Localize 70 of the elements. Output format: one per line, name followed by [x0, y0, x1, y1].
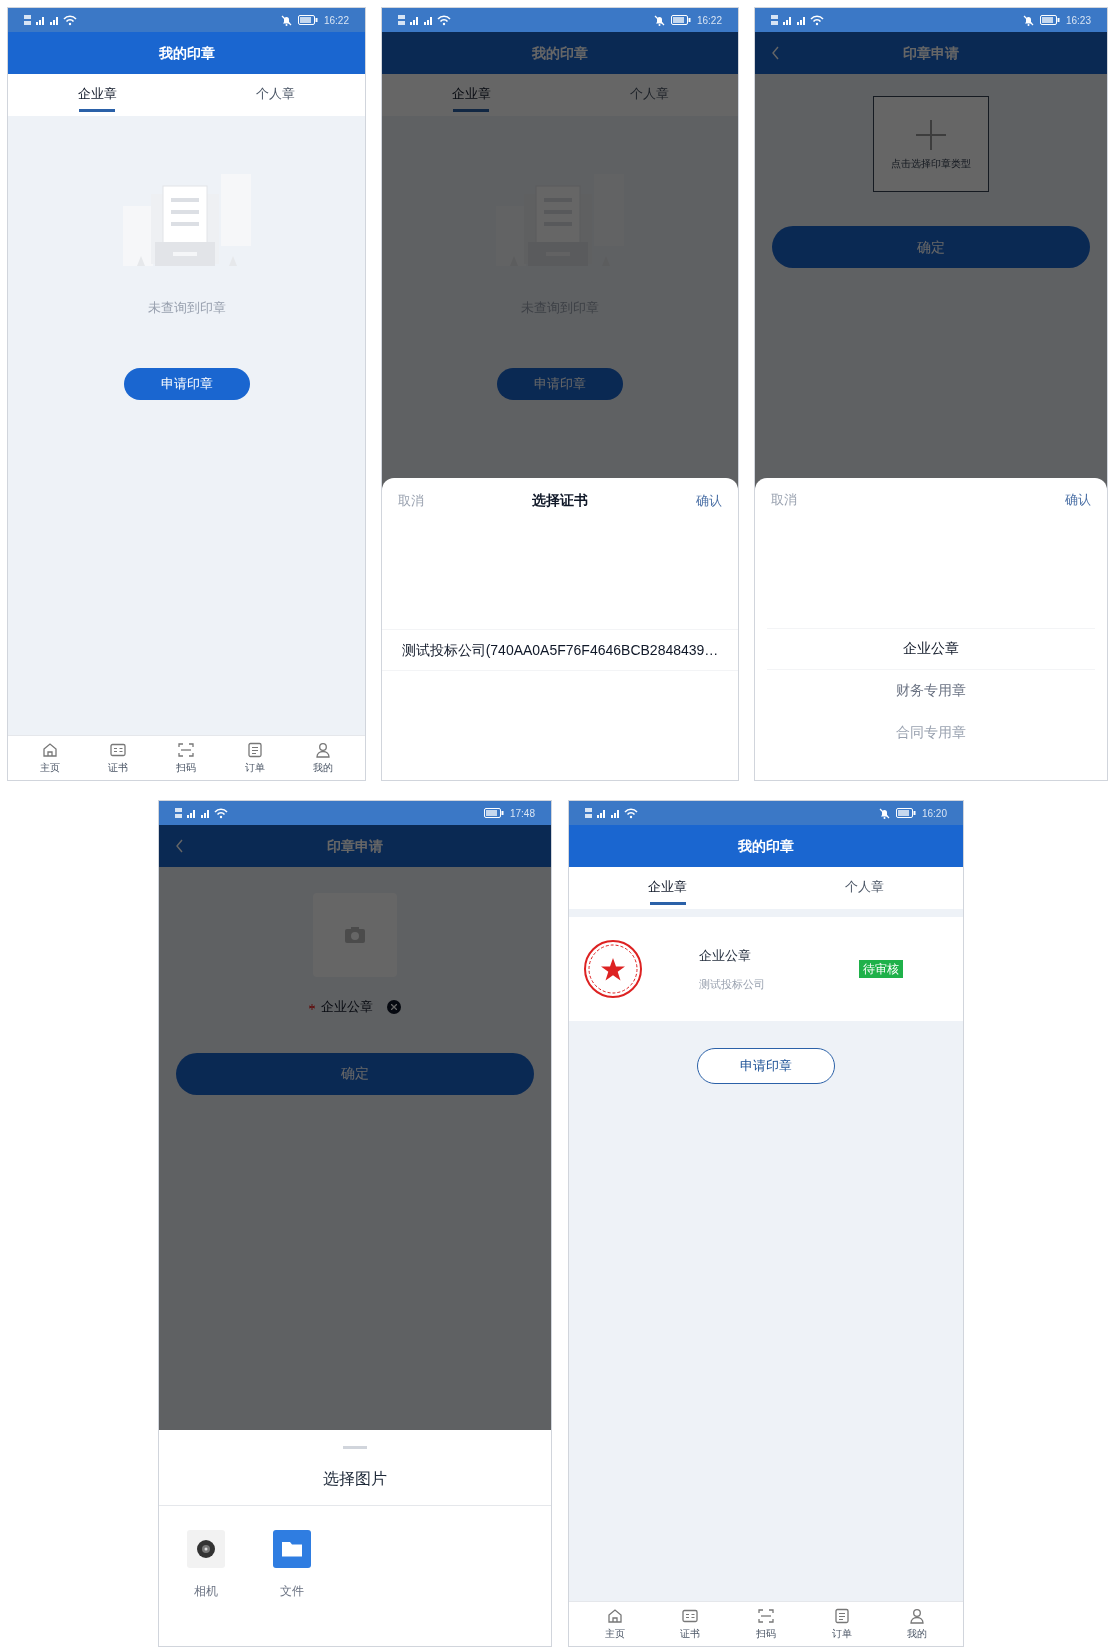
- battery-icon: [1039, 15, 1060, 25]
- scan-icon: [757, 1607, 775, 1625]
- company-name: 测试投标公司: [699, 976, 765, 992]
- confirm-button[interactable]: 确认: [1065, 490, 1091, 510]
- image-source-button[interactable]: 相机: [187, 1530, 225, 1600]
- home-icon: [41, 741, 60, 759]
- apply-seal-button[interactable]: 申请印章: [697, 1048, 835, 1084]
- status-time: 17:48: [509, 806, 535, 821]
- document-icon: [245, 741, 264, 759]
- id-card-icon: [109, 741, 128, 759]
- tab[interactable]: 个人章: [186, 74, 365, 116]
- nav-item[interactable]: 主页: [604, 1607, 625, 1641]
- home-icon: [605, 1607, 624, 1625]
- drag-handle[interactable]: [343, 1446, 367, 1449]
- status-time: 16:23: [1065, 13, 1091, 28]
- tab[interactable]: 企业章: [8, 74, 187, 116]
- battery-icon: [670, 15, 691, 25]
- status-badge: 待审核: [859, 960, 903, 978]
- plus-icon: [914, 117, 948, 152]
- page-title: 印章申请: [903, 43, 959, 63]
- nav-item[interactable]: 我的: [907, 1607, 928, 1641]
- page-title: 我的印章: [158, 43, 215, 63]
- sheet-title: 选择图片: [322, 1469, 388, 1489]
- picker-option[interactable]: 财务专用章: [767, 669, 1095, 712]
- nav-item[interactable]: 扫码: [176, 741, 197, 775]
- bell-muted-icon: [878, 807, 890, 819]
- person-icon: [313, 741, 332, 759]
- status-time: 16:22: [696, 13, 722, 28]
- tab[interactable]: 个人章: [766, 867, 963, 909]
- picker-option[interactable]: 企业公章: [767, 627, 1095, 670]
- page-title: 印章申请: [327, 836, 383, 856]
- document-icon: [832, 1607, 851, 1625]
- page-title: 我的印章: [532, 43, 588, 63]
- remove-button[interactable]: [387, 999, 401, 1014]
- battery-icon: [297, 15, 318, 25]
- nav-item[interactable]: 证书: [108, 741, 129, 775]
- seal-type-label: 企业公章: [321, 998, 373, 1016]
- seal-name: 企业公章: [699, 947, 752, 965]
- status-time: 16:20: [921, 806, 947, 821]
- nav-item[interactable]: 主页: [40, 741, 61, 775]
- tab[interactable]: 企业章: [569, 867, 766, 909]
- bell-muted-icon: [280, 14, 292, 26]
- scan-icon: [177, 741, 196, 759]
- image-source-button[interactable]: 文件: [273, 1530, 311, 1600]
- battery-icon: [483, 808, 504, 818]
- camera-icon: [187, 1530, 225, 1568]
- person-icon: [908, 1607, 927, 1625]
- id-card-icon: [681, 1607, 700, 1625]
- nav-item[interactable]: 订单: [831, 1607, 852, 1641]
- picker-option[interactable]: 测试投标公司(740AA0A5F76F4646BCB2848439…: [382, 629, 738, 671]
- page-title: 我的印章: [738, 836, 794, 856]
- folder-icon: [273, 1530, 311, 1568]
- seal-stamp-drawing: [583, 939, 643, 999]
- nav-item[interactable]: 我的: [312, 741, 333, 775]
- bell-muted-icon: [1022, 14, 1034, 26]
- camera-icon: [344, 926, 366, 944]
- chevron-left-icon: [770, 46, 780, 60]
- image-upload-box[interactable]: [313, 893, 397, 977]
- empty-message: 未查询到印章: [147, 299, 226, 317]
- sheet-title: 选择证书: [532, 491, 588, 510]
- nav-item[interactable]: 证书: [680, 1607, 701, 1641]
- apply-seal-button[interactable]: 申请印章: [123, 367, 250, 400]
- chevron-left-icon: [174, 839, 184, 853]
- nav-item[interactable]: 扫码: [756, 1607, 776, 1641]
- battery-icon: [895, 808, 916, 818]
- status-time: 16:22: [323, 13, 349, 28]
- close-icon: [391, 1003, 397, 1010]
- nav-item[interactable]: 订单: [244, 741, 265, 775]
- confirm-button[interactable]: 确认: [696, 490, 722, 511]
- bell-muted-icon: [653, 14, 665, 26]
